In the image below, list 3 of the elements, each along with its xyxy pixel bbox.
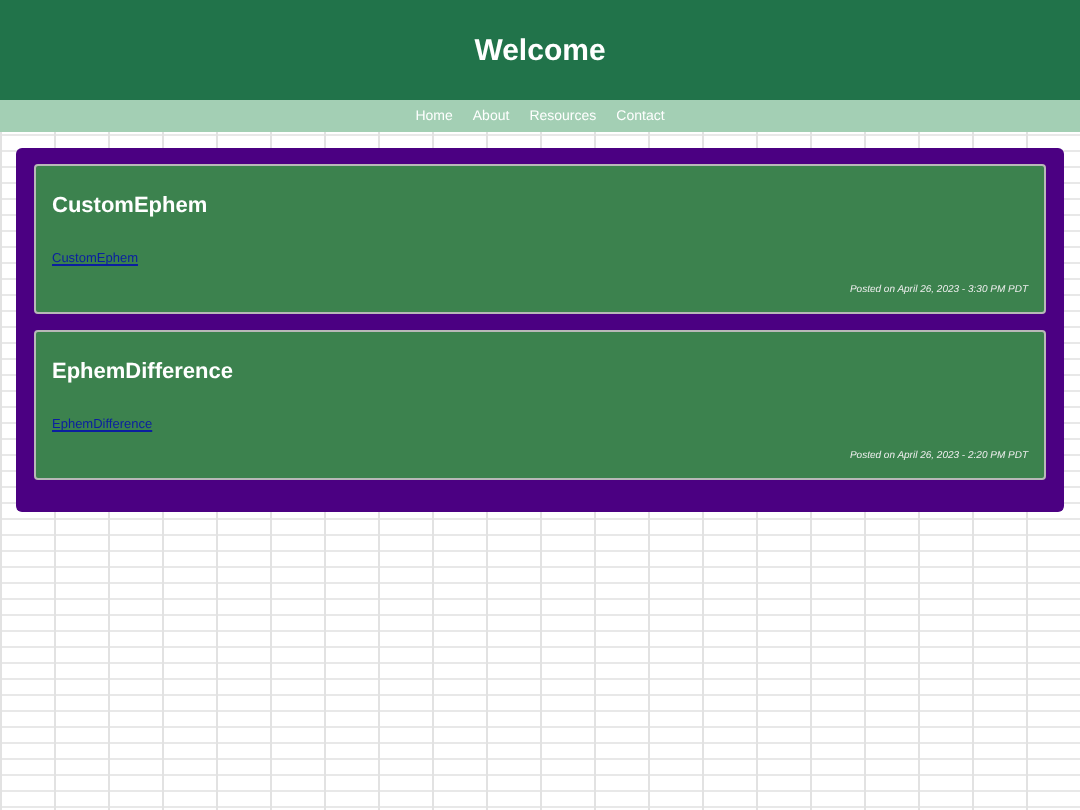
post-title: EphemDifference xyxy=(52,360,235,384)
post-title: CustomEphem xyxy=(52,194,210,218)
page-title: Welcome xyxy=(474,33,606,67)
